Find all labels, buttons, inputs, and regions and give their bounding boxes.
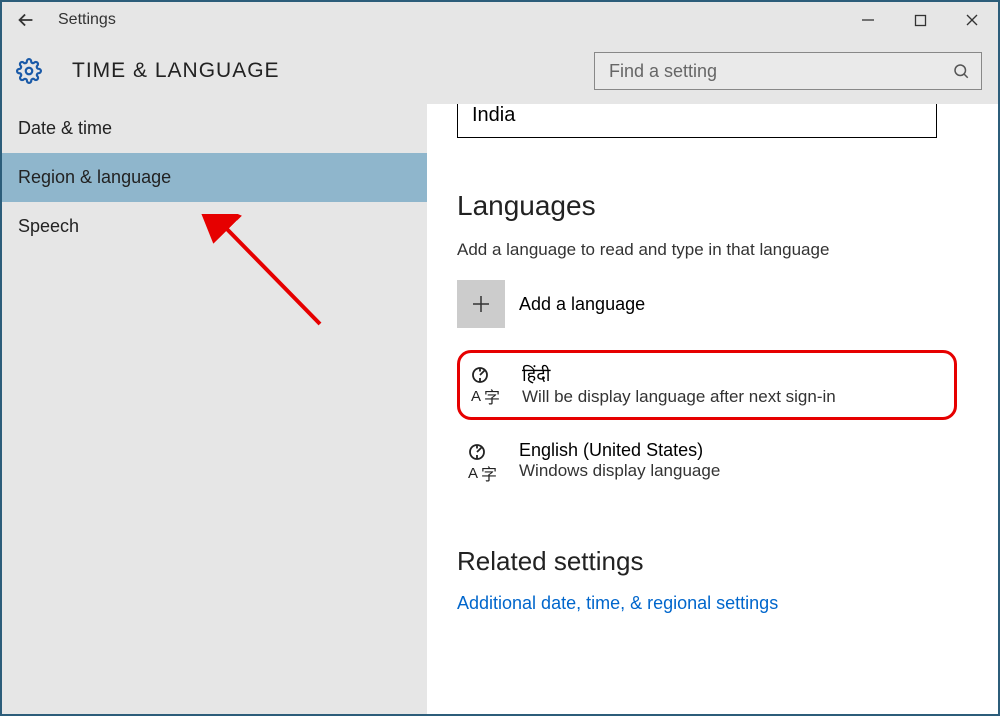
language-name: हिंदी [522,363,836,387]
svg-text:字: 字 [481,466,497,482]
plus-icon [469,292,493,316]
languages-desc: Add a language to read and type in that … [457,240,998,260]
add-language-button[interactable] [457,280,505,328]
minimize-icon [861,13,875,27]
minimize-button[interactable] [842,2,894,38]
gear-icon [16,58,42,84]
back-button[interactable] [2,2,50,38]
sidebar-item-label: Speech [18,216,79,236]
subheader: TIME & LANGUAGE [2,38,998,104]
language-sub: Windows display language [519,461,720,481]
maximize-button[interactable] [894,2,946,38]
window-title: Settings [58,11,116,29]
sidebar-item-date-time[interactable]: Date & time [2,104,427,153]
language-item-hindi[interactable]: A 字 हिंदी Will be display language after… [457,350,957,420]
main-panel: India Languages Add a language to read a… [427,104,998,714]
language-item-english[interactable]: A 字 English (United States) Windows disp… [457,430,957,492]
maximize-icon [914,14,927,27]
sidebar-item-speech[interactable]: Speech [2,202,427,251]
close-icon [965,13,979,27]
country-value: India [472,104,515,126]
svg-text:A: A [468,465,478,482]
sidebar-item-label: Date & time [18,118,112,138]
related-link[interactable]: Additional date, time, & regional settin… [457,593,778,614]
add-language-row[interactable]: Add a language [457,280,998,328]
search-icon [941,62,981,80]
language-sub: Will be display language after next sign… [522,387,836,407]
search-input[interactable] [595,61,941,82]
titlebar: Settings [2,2,998,38]
languages-heading: Languages [457,190,998,222]
svg-text:A: A [471,388,481,405]
svg-text:字: 字 [484,389,500,405]
search-box[interactable] [594,52,982,90]
language-name: English (United States) [519,440,720,461]
language-icon: A 字 [465,442,501,482]
back-arrow-icon [15,9,37,31]
page-title: TIME & LANGUAGE [72,59,280,83]
language-list: A 字 हिंदी Will be display language after… [457,350,998,492]
sidebar: Date & time Region & language Speech [2,104,427,714]
country-dropdown[interactable]: India [457,104,937,138]
content: Date & time Region & language Speech Ind… [2,104,998,714]
related-heading: Related settings [457,546,998,577]
add-language-label: Add a language [519,294,645,315]
sidebar-item-region-language[interactable]: Region & language [2,153,427,202]
language-icon: A 字 [468,365,504,405]
sidebar-item-label: Region & language [18,167,171,187]
close-button[interactable] [946,2,998,38]
window-controls [842,2,998,38]
